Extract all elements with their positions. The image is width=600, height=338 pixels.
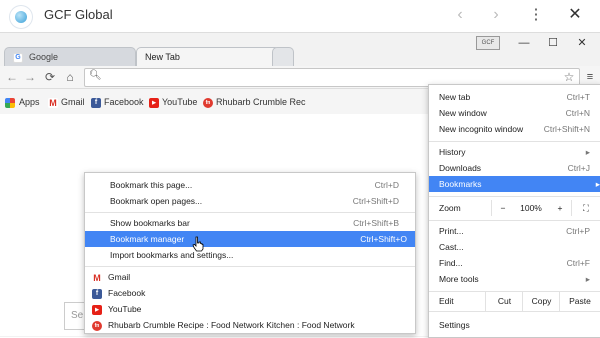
menu-item-print[interactable]: Print... Ctrl+P [439,223,590,239]
food-network-icon: fn [92,320,102,331]
forward-arrow-icon[interactable]: › [486,5,506,25]
menu-item-new-window[interactable]: New window Ctrl+N [439,105,590,121]
tab-label: Google [29,52,59,62]
window-close-button[interactable]: ✕ [572,35,592,51]
bookmark-label: Gmail [61,97,85,107]
cut-button[interactable]: Cut [485,291,523,311]
menu-item-cast[interactable]: Cast... [439,239,590,255]
bookmark-apps[interactable]: Apps [5,94,40,110]
zoom-level: 100% [520,203,542,213]
submenu-bookmark-food-network[interactable]: fn Rhubarb Crumble Recipe : Food Network … [92,317,402,333]
menu-item-new-incognito[interactable]: New incognito window Ctrl+Shift+N [439,121,590,137]
tab-google[interactable]: G Google [4,47,136,66]
menu-divider [429,220,600,221]
menu-divider [429,311,600,312]
menu-divider [429,196,600,197]
bookmark-label: YouTube [162,97,198,107]
menu-item-history[interactable]: History ▸ [439,144,590,160]
facebook-icon: f [91,97,101,108]
forward-icon[interactable]: → [22,69,38,85]
maximize-button[interactable]: ☐ [543,35,563,51]
bookmarks-submenu: Bookmark this page... Ctrl+D Bookmark ope… [84,172,416,334]
zoom-in-button[interactable]: + [549,200,571,216]
bookmark-food-network[interactable]: fn Rhubarb Crumble Rec [203,94,306,110]
menu-item-edit: Edit [439,296,454,306]
bookmark-label: Apps [19,97,40,107]
submenu-bookmark-facebook[interactable]: f Facebook [92,285,402,301]
paste-button[interactable]: Paste [559,291,600,311]
submenu-bookmark-gmail[interactable]: M Gmail [92,269,402,285]
gmail-icon: M [48,97,58,108]
home-icon[interactable]: ⌂ [62,69,78,85]
menu-icon[interactable]: ≡ [582,69,598,85]
bookmark-gmail[interactable]: M Gmail [48,94,85,110]
menu-item-new-tab[interactable]: New tab Ctrl+T [439,89,590,105]
search-icon: 🔍︎ [89,70,102,81]
star-icon[interactable]: ☆ [561,69,577,85]
submenu-item-bookmark-manager[interactable]: Bookmark manager Ctrl+Shift+O [85,231,415,247]
fullscreen-icon[interactable]: ⛶ [571,200,600,216]
menu-item-more-tools[interactable]: More tools ▸ [439,271,590,287]
close-icon[interactable]: ✕ [565,4,585,26]
copy-button[interactable]: Copy [522,291,560,311]
apps-icon [5,97,15,108]
profile-badge[interactable]: GCF [476,36,500,50]
submenu-bookmark-youtube[interactable]: ▶ YouTube [92,301,402,317]
back-arrow-icon[interactable]: ‹ [450,5,470,25]
app-title: GCF Global [44,7,113,22]
bookmark-label: Rhubarb Crumble Rec [216,97,306,107]
youtube-icon: ▶ [92,304,102,315]
gcf-logo-icon [10,6,32,28]
bookmark-label: Facebook [104,97,144,107]
menu-item-downloads[interactable]: Downloads Ctrl+J [439,160,590,176]
hand-cursor-icon [192,236,204,252]
submenu-item-show-bookmarks-bar[interactable]: Show bookmarks bar Ctrl+Shift+B [110,215,407,231]
menu-divider [429,141,600,142]
minimize-button[interactable]: — [514,35,534,51]
food-network-icon: fn [203,97,213,108]
bookmark-youtube[interactable]: ▶ YouTube [149,94,197,110]
back-icon[interactable]: ← [4,69,20,85]
new-tab-button[interactable] [272,47,294,66]
menu-item-find[interactable]: Find... Ctrl+F [439,255,590,271]
submenu-divider [85,266,415,267]
submenu-item-bookmark-page[interactable]: Bookmark this page... Ctrl+D [110,177,407,193]
submenu-item-bookmark-open-pages[interactable]: Bookmark open pages... Ctrl+Shift+D [110,193,407,209]
bookmark-facebook[interactable]: f Facebook [91,94,144,110]
menu-item-bookmarks[interactable]: Bookmarks ▸ [429,176,600,192]
zoom-out-button[interactable]: − [491,200,514,216]
more-options-icon[interactable]: ⋮ [528,4,544,26]
facebook-icon: f [92,288,102,299]
menu-item-settings[interactable]: Settings [439,317,590,333]
tab-new-tab[interactable]: New Tab [136,47,280,66]
tab-label: New Tab [145,52,180,62]
submenu-divider [85,212,415,213]
youtube-icon: ▶ [149,97,159,108]
gmail-icon: M [92,272,102,283]
submenu-item-import-bookmarks[interactable]: Import bookmarks and settings... [110,247,407,263]
reload-icon[interactable]: ⟳ [42,69,58,85]
chrome-menu: New tab Ctrl+T New window Ctrl+N New incog… [428,84,600,338]
google-icon: G [13,52,23,63]
